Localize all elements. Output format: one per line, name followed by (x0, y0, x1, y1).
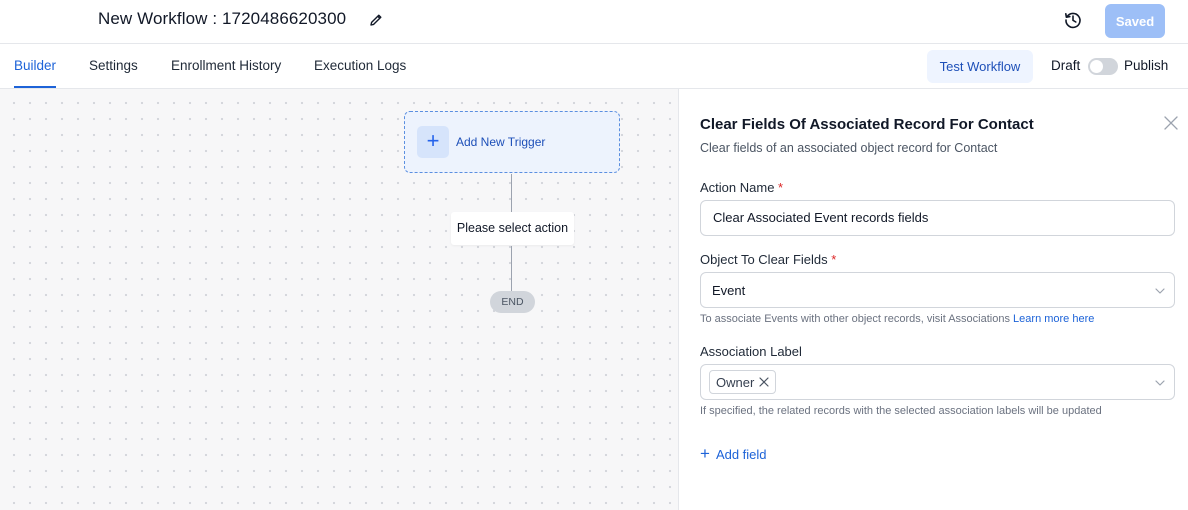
action-node[interactable]: Please select action (451, 212, 574, 245)
end-node: END (490, 291, 535, 313)
workflow-title: New Workflow : 1720486620300 (98, 9, 347, 28)
association-select[interactable]: Owner (700, 364, 1175, 400)
object-select-value: Event (712, 283, 746, 298)
chip-label: Owner (716, 374, 755, 390)
object-help-body: To associate Events with other object re… (700, 313, 1010, 325)
action-name-label: Action Name * (700, 180, 783, 195)
association-chip: Owner (709, 370, 777, 394)
object-label: Object To Clear Fields * (700, 252, 836, 267)
action-name-input[interactable]: Clear Associated Event records fields (700, 200, 1175, 236)
tab-execution-logs[interactable]: Execution Logs (314, 58, 406, 73)
saved-button[interactable]: Saved (1105, 4, 1165, 38)
top-header: New Workflow : 1720486620300 Saved (0, 0, 1188, 44)
history-icon[interactable] (1063, 10, 1083, 30)
connector-line (511, 246, 512, 291)
publish-toggle[interactable] (1088, 58, 1118, 75)
action-name-label-text: Action Name (700, 180, 775, 195)
pencil-icon[interactable] (368, 12, 384, 28)
x-icon[interactable] (759, 377, 769, 387)
toggle-knob (1090, 60, 1103, 73)
object-select[interactable]: Event (700, 272, 1175, 308)
required-mark: * (778, 180, 784, 195)
tab-builder[interactable]: Builder (14, 58, 56, 73)
learn-more-link[interactable]: Learn more here (1013, 313, 1094, 325)
close-icon[interactable] (1164, 116, 1178, 130)
add-trigger-card[interactable]: + Add New Trigger (404, 111, 620, 173)
test-workflow-button[interactable]: Test Workflow (927, 50, 1033, 83)
chevron-down-icon (1155, 288, 1165, 294)
association-label: Association Label (700, 344, 802, 359)
add-field-button[interactable]: + Add field (700, 444, 767, 463)
plus-icon: + (700, 444, 710, 463)
chevron-down-icon (1155, 380, 1165, 386)
object-help-text: To associate Events with other object re… (700, 313, 1094, 325)
required-mark: * (831, 252, 837, 267)
workflow-canvas[interactable]: + Add New Trigger Please select action E… (0, 89, 679, 510)
association-help-text: If specified, the related records with t… (700, 405, 1102, 417)
connector-line (511, 174, 512, 212)
draft-label: Draft (1051, 58, 1081, 73)
tab-settings[interactable]: Settings (89, 58, 138, 73)
active-tab-indicator (14, 86, 56, 88)
action-config-panel: Clear Fields Of Associated Record For Co… (680, 89, 1188, 510)
tab-bar: Builder Settings Enrollment History Exec… (0, 44, 1188, 89)
panel-title: Clear Fields Of Associated Record For Co… (700, 116, 1034, 133)
add-field-label: Add field (715, 446, 767, 462)
object-label-text: Object To Clear Fields (700, 252, 828, 267)
plus-icon: + (417, 126, 449, 158)
panel-subtitle: Clear fields of an associated object rec… (700, 141, 998, 155)
publish-label: Publish (1124, 58, 1169, 73)
tab-enrollment-history[interactable]: Enrollment History (171, 58, 281, 73)
add-trigger-label: Add New Trigger (456, 135, 546, 149)
